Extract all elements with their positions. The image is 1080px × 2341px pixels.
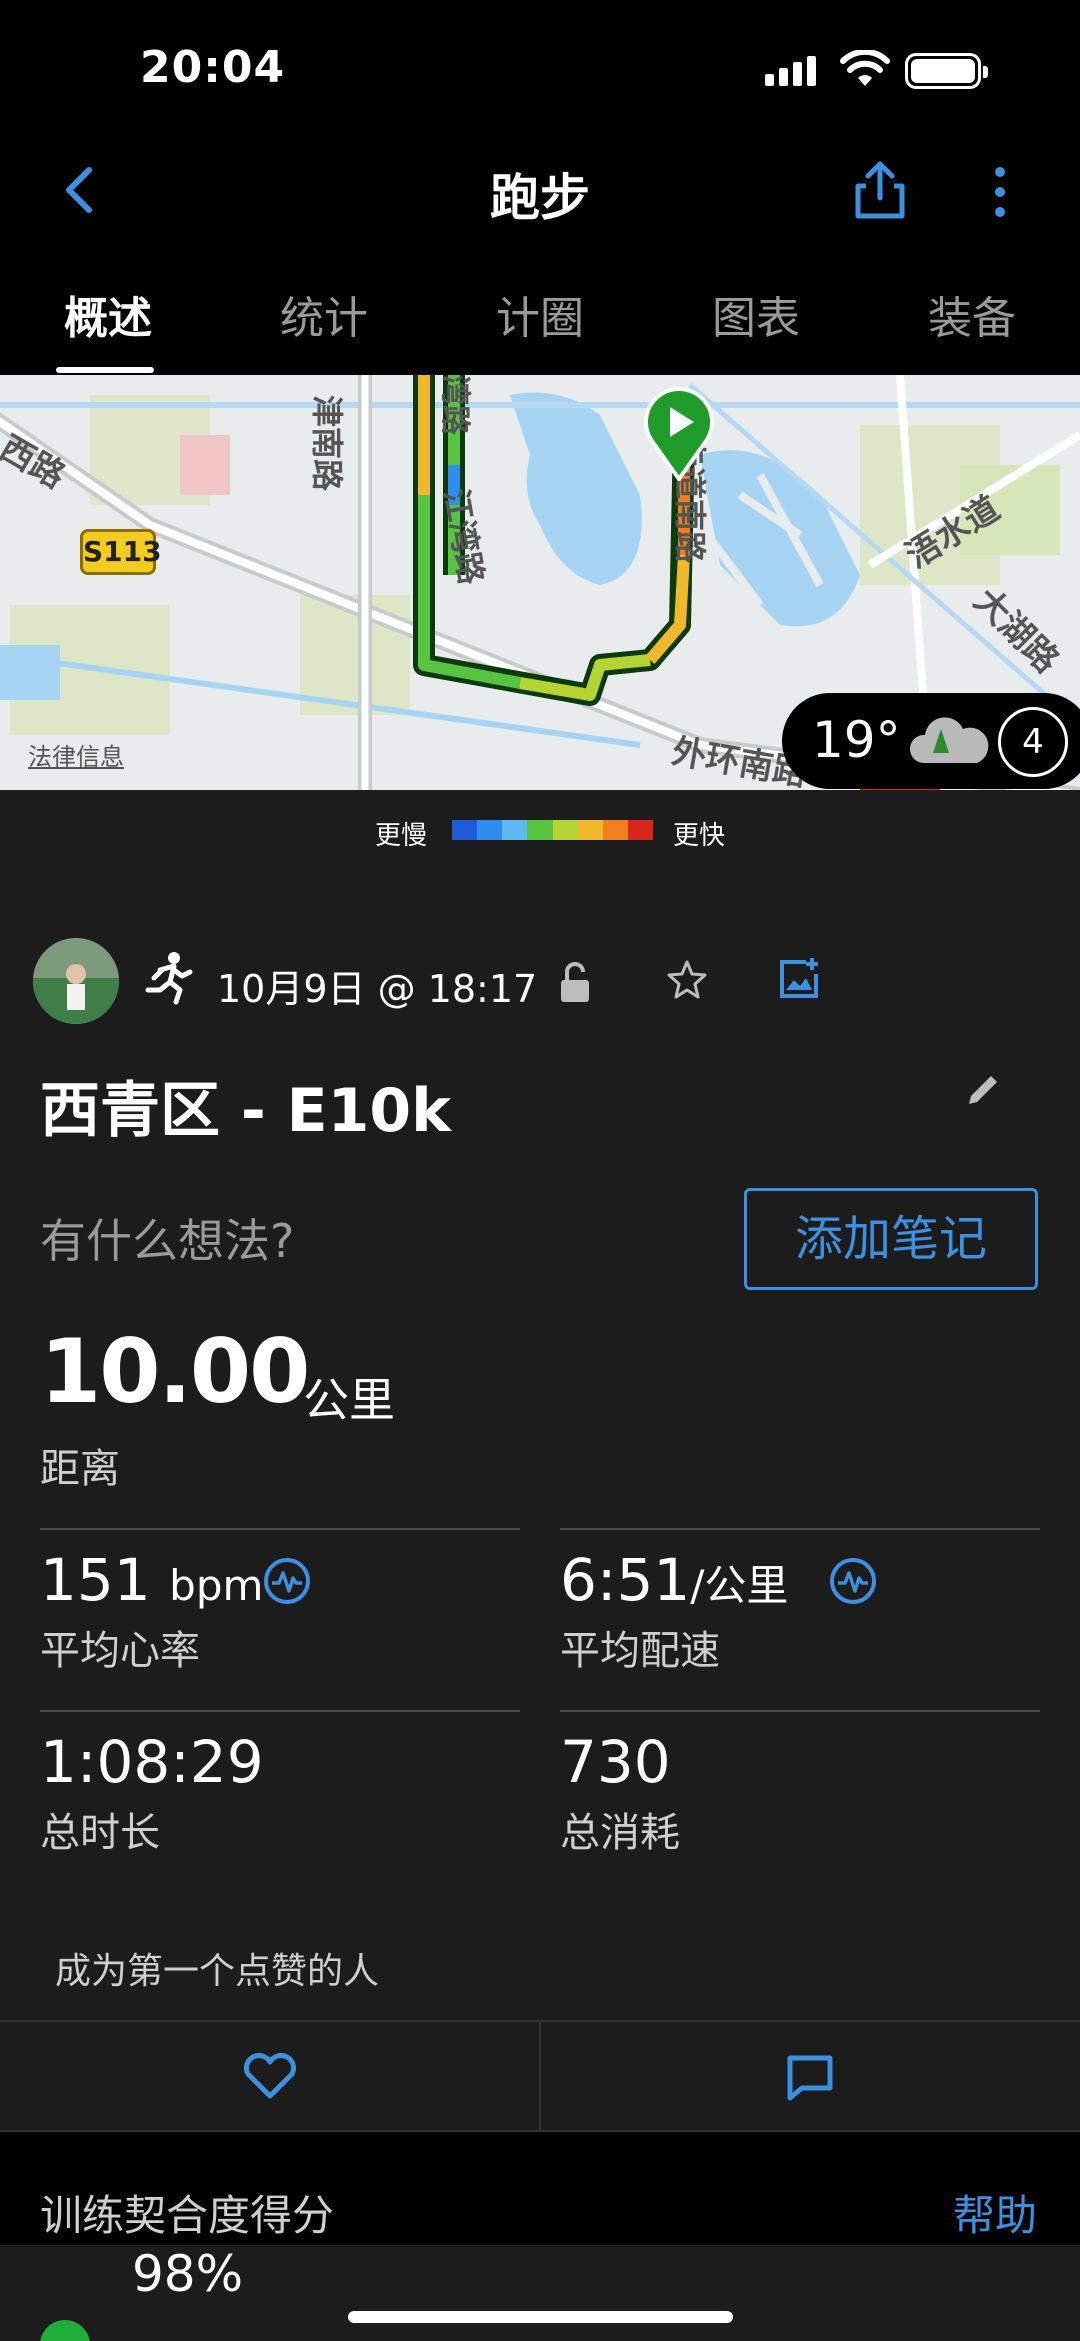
app-header: 跑步	[0, 140, 1080, 240]
status-time: 20:04	[140, 42, 286, 93]
battery-icon	[905, 53, 988, 89]
calories-value: 730	[560, 1728, 671, 1796]
duration-value: 1:08:29	[40, 1728, 264, 1796]
duration-label: 总时长	[40, 1810, 160, 1856]
weather-temperature: 19°	[812, 711, 901, 769]
help-link[interactable]: 帮助	[953, 2182, 1037, 2243]
avatar[interactable]	[33, 938, 119, 1024]
pace-color-swatch	[552, 820, 578, 840]
pace-unit: /公里	[690, 1561, 789, 1610]
pace-graph-icon[interactable]	[828, 1556, 878, 1606]
divider	[539, 2022, 541, 2130]
start-marker-icon	[644, 387, 714, 481]
divider	[40, 1710, 520, 1712]
tab-gear[interactable]: 装备	[864, 260, 1080, 375]
like-button[interactable]	[240, 2052, 300, 2102]
tab-bar: 概述 统计 计圈 图表 装备	[0, 260, 1080, 375]
heart-rate-unit: bpm	[169, 1561, 264, 1610]
distance-value: 10.00	[40, 1320, 310, 1423]
pace-color-swatch	[452, 820, 478, 840]
map-label-road: 津南路	[308, 395, 346, 492]
activity-date: 10月9日 @ 18:17	[217, 967, 538, 1011]
weather-badge: 19° 4	[782, 693, 1080, 789]
calories-label: 总消耗	[560, 1810, 680, 1856]
more-options-button[interactable]	[980, 162, 1020, 222]
add-photo-icon[interactable]	[776, 956, 822, 1002]
score-status-dot	[40, 2320, 90, 2341]
training-fit-title: 训练契合度得分	[40, 2191, 335, 2240]
like-prompt: 成为第一个点赞的人	[55, 1951, 380, 1992]
heart-rate-number: 151	[40, 1546, 151, 1614]
heart-rate-label: 平均心率	[40, 1628, 200, 1674]
cloudy-icon	[909, 717, 989, 763]
share-button[interactable]	[850, 158, 910, 222]
thoughts-prompt: 有什么想法?	[40, 1214, 295, 1268]
tab-charts[interactable]: 图表	[648, 260, 864, 375]
wifi-icon	[840, 50, 890, 86]
heart-rate-graph-icon[interactable]	[262, 1556, 312, 1606]
legend-slower-label: 更慢	[375, 821, 428, 851]
running-icon	[145, 952, 193, 1005]
divider	[40, 1528, 520, 1530]
tab-overview[interactable]: 概述	[0, 260, 216, 375]
divider	[560, 1710, 1040, 1712]
star-icon[interactable]	[665, 958, 709, 1002]
training-fit-score: 98%	[132, 2245, 244, 2303]
pace-color-swatch	[577, 820, 603, 840]
tab-stats[interactable]: 统计	[216, 260, 432, 375]
pace-color-swatch	[627, 820, 653, 840]
wind-level-badge: 4	[998, 707, 1068, 777]
social-actions	[0, 2020, 1080, 2132]
map-label-road: 湾路	[437, 375, 472, 435]
comment-button[interactable]	[780, 2050, 840, 2104]
pace-legend: 更慢 更快	[0, 790, 1080, 870]
pace-label: 平均配速	[560, 1628, 720, 1674]
legend-faster-label: 更快	[673, 821, 726, 851]
home-indicator	[348, 2311, 733, 2323]
distance-unit: 公里	[303, 1373, 395, 1427]
pace-value: 6:51/公里	[560, 1546, 788, 1614]
divider	[560, 1528, 1040, 1530]
add-note-button[interactable]: 添加笔记	[744, 1188, 1038, 1290]
legal-info-link[interactable]: 法律信息	[28, 737, 124, 772]
pace-color-swatch	[602, 820, 628, 840]
pace-color-swatch	[527, 820, 553, 840]
page-title: 跑步	[490, 169, 590, 227]
distance-label: 距离	[40, 1446, 120, 1492]
cellular-signal-icon	[765, 56, 816, 86]
activity-summary: 10月9日 @ 18:17 西青区 - E10k 有什么想法? 添加笔记 10.…	[0, 870, 1080, 2302]
heart-rate-value: 151 bpm	[40, 1546, 263, 1614]
status-bar: 20:04	[0, 0, 1080, 140]
tab-laps[interactable]: 计圈	[432, 260, 648, 375]
training-fit-score-card: 98%	[0, 2245, 1080, 2341]
pace-color-scale	[452, 820, 653, 840]
edit-pencil-icon[interactable]	[963, 1070, 1003, 1110]
unlock-icon[interactable]	[555, 960, 595, 1006]
pace-color-swatch	[502, 820, 528, 840]
pace-color-swatch	[477, 820, 503, 840]
road-badge: S113	[80, 529, 162, 575]
activity-title: 西青区 - E10k	[40, 1076, 452, 1146]
pace-number: 6:51	[560, 1546, 691, 1614]
route-map[interactable]: 津南路 西路 湾路 江湾路 专道南路 浯水道 大湖路 外环南路 S113 法律信…	[0, 375, 1080, 790]
